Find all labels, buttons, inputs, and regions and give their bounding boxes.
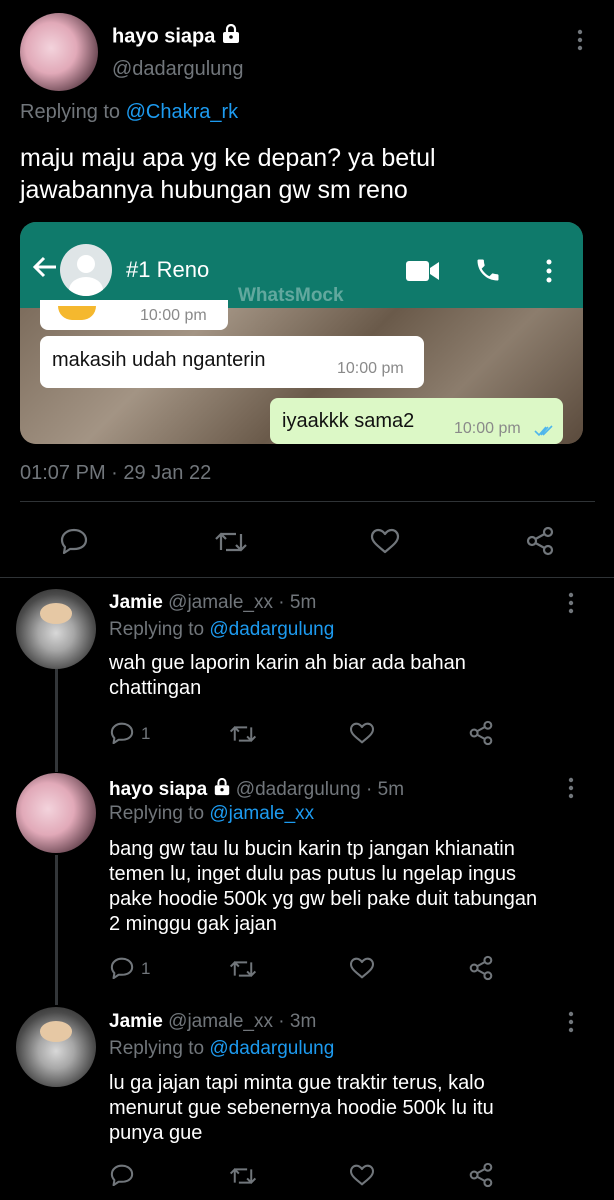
reply-text-line: chattingan: [109, 677, 202, 699]
like-icon[interactable]: [349, 722, 375, 744]
phone-icon: [474, 256, 502, 289]
reply-text: bang gw tau lu bucin karin tp jangan khi…: [109, 837, 537, 937]
like-icon[interactable]: [349, 957, 375, 979]
replying-prefix: Replying to: [109, 619, 205, 640]
replying-prefix: Replying to: [109, 1038, 205, 1059]
tweet-text: maju maju apa yg ke depan? ya betul jawa…: [20, 142, 436, 206]
thread-line: [55, 855, 58, 1005]
message-time: 10:00 pm: [337, 360, 404, 377]
retweet-icon[interactable]: [229, 724, 257, 744]
message-text: makasih udah nganterin: [52, 349, 266, 371]
tweet-age: · 5m: [278, 592, 317, 613]
tweet-text-line: maju maju apa yg ke depan? ya betul: [20, 144, 436, 172]
reply-text-line: wah gue laporin karin ah biar ada bahan: [109, 652, 466, 674]
message-received: makasih udah nganterin 10:00 pm: [40, 336, 424, 388]
share-icon[interactable]: [469, 720, 493, 746]
display-name-text: hayo siapa: [109, 779, 208, 801]
reply-count: 1: [141, 724, 151, 743]
reply-header: hayo siapa @dadargulung · 5m: [109, 777, 405, 802]
divider: [20, 501, 595, 502]
display-name[interactable]: Jamie: [109, 1011, 163, 1032]
handle[interactable]: @jamale_xx: [168, 1011, 273, 1032]
handle[interactable]: @jamale_xx: [168, 592, 273, 613]
lock-icon: [213, 777, 231, 802]
share-icon[interactable]: [469, 955, 493, 981]
reply-header: Jamie @jamale_xx · 3m: [109, 1011, 316, 1033]
more-options-icon[interactable]: [567, 777, 575, 799]
thread-line: [55, 668, 58, 772]
wa-header: #1 Reno WhatsMock: [20, 222, 583, 308]
avatar[interactable]: [20, 13, 98, 91]
replying-mention[interactable]: @dadargulung: [209, 1038, 334, 1059]
avatar[interactable]: [16, 589, 96, 669]
display-name-text: hayo siapa: [112, 25, 216, 48]
reply-icon[interactable]: [110, 1164, 134, 1186]
replying-to: Replying to @dadargulung: [109, 619, 334, 641]
read-receipt-icon: [534, 421, 554, 444]
reply-text-line: temen lu, inget dulu pas putus lu ngelap…: [109, 863, 516, 885]
replying-mention[interactable]: @Chakra_rk: [126, 101, 239, 123]
replying-mention[interactable]: @dadargulung: [209, 619, 334, 640]
contact-avatar: [60, 244, 112, 296]
reply-icon[interactable]: [60, 528, 88, 554]
attached-image[interactable]: #1 Reno WhatsMock 10:00 pm makasih udah …: [20, 222, 583, 444]
replying-to: Replying to @jamale_xx: [109, 803, 314, 825]
watermark: WhatsMock: [238, 285, 344, 306]
replying-prefix: Replying to: [20, 101, 121, 123]
wa-menu-icon: [546, 259, 552, 288]
reply-icon[interactable]: [110, 957, 134, 979]
reply-text-line: menurut gue sebenernya hoodie 500k lu it…: [109, 1097, 494, 1119]
like-icon[interactable]: [349, 1164, 375, 1186]
reply-text-line: pake hoodie 500k yg gw beli pake duit ta…: [109, 888, 538, 910]
tweet-age: · 5m: [366, 779, 405, 801]
replying-to: Replying to @Chakra_rk: [20, 101, 238, 124]
reply-icon[interactable]: [110, 722, 134, 744]
reply-text-line: lu ga jajan tapi minta gue traktir terus…: [109, 1072, 485, 1094]
more-options-icon[interactable]: [576, 28, 584, 52]
reply-text: wah gue laporin karin ah biar ada bahan …: [109, 651, 466, 701]
contact-name: #1 Reno: [126, 257, 210, 282]
display-name[interactable]: hayo siapa: [109, 777, 231, 802]
reply-text: lu ga jajan tapi minta gue traktir terus…: [109, 1071, 494, 1146]
retweet-icon[interactable]: [214, 530, 248, 554]
tweet-age: · 3m: [278, 1011, 317, 1032]
like-icon[interactable]: [370, 528, 400, 554]
tweet-text-line: jawabannya hubungan gw sm reno: [20, 176, 408, 204]
avatar[interactable]: [16, 773, 96, 853]
share-icon[interactable]: [469, 1162, 493, 1188]
reply-text-line: bang gw tau lu bucin karin tp jangan khi…: [109, 838, 515, 860]
message-text: iyaakkk sama2: [282, 410, 415, 432]
display-name[interactable]: hayo siapa: [112, 23, 241, 50]
retweet-icon[interactable]: [229, 959, 257, 979]
replying-to: Replying to @dadargulung: [109, 1038, 334, 1060]
reply-text-line: punya gue: [109, 1122, 203, 1144]
replying-prefix: Replying to: [109, 803, 205, 824]
lock-icon: [221, 23, 241, 50]
partial-bubble-time: 10:00 pm: [140, 307, 207, 324]
back-arrow-icon: [32, 256, 58, 283]
reply-count: 1: [141, 959, 151, 978]
video-call-icon: [406, 260, 440, 287]
reply-header: Jamie @jamale_xx · 5m: [109, 592, 316, 614]
more-options-icon[interactable]: [567, 592, 575, 614]
replying-mention[interactable]: @jamale_xx: [209, 803, 314, 824]
message-time: 10:00 pm: [454, 420, 521, 437]
more-options-icon[interactable]: [567, 1011, 575, 1033]
display-name[interactable]: Jamie: [109, 592, 163, 613]
handle[interactable]: @dadargulung: [236, 779, 361, 800]
retweet-icon[interactable]: [229, 1166, 257, 1186]
reply-text-line: 2 minggu gak jajan: [109, 913, 277, 935]
share-icon[interactable]: [526, 526, 554, 556]
handle[interactable]: @dadargulung: [112, 58, 244, 81]
avatar[interactable]: [16, 1007, 96, 1087]
message-sent: iyaakkk sama2 10:00 pm: [270, 398, 563, 444]
divider: [0, 577, 614, 578]
timestamp[interactable]: 01:07 PM · 29 Jan 22: [20, 462, 211, 485]
